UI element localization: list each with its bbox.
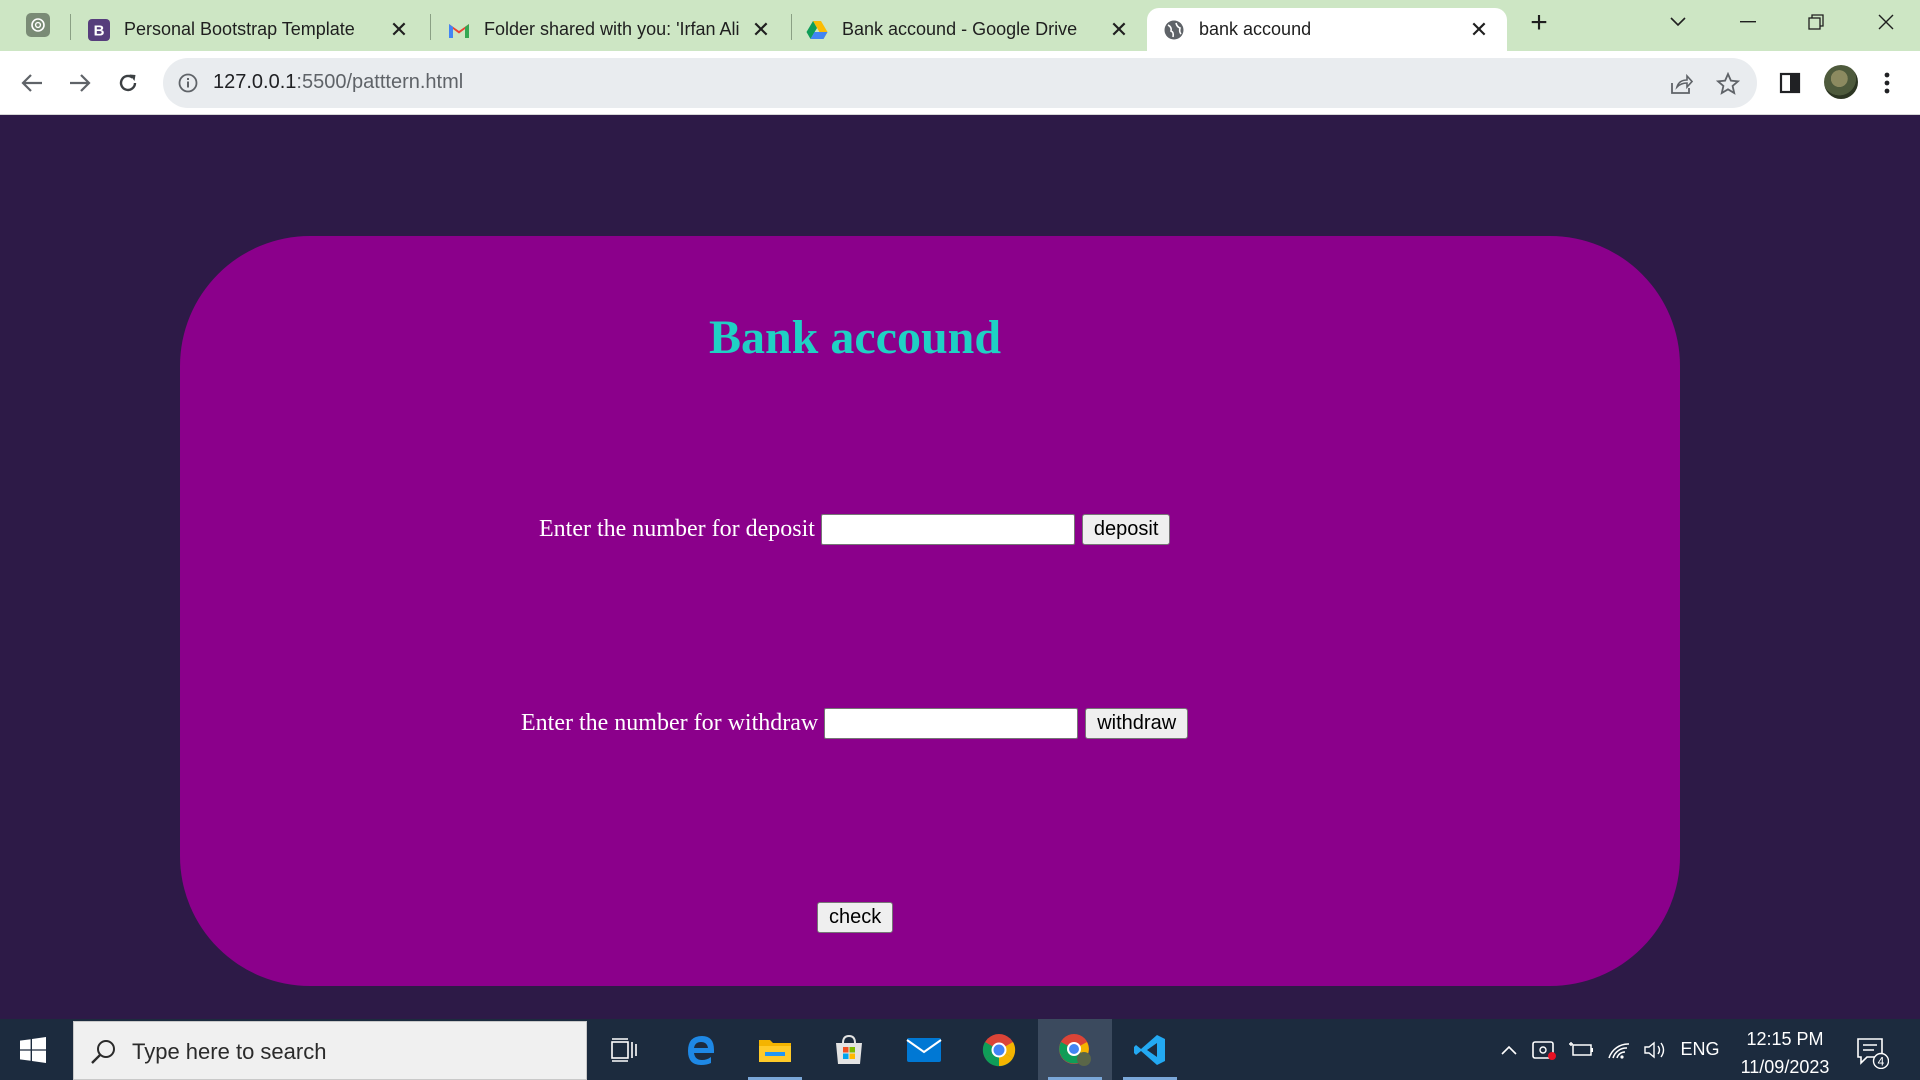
tab-title: Folder shared with you: 'Irfan Ali	[484, 19, 740, 39]
tab-bank-accound[interactable]: bank accound ✕	[1147, 8, 1507, 51]
google-drive-icon	[806, 19, 828, 41]
notification-count: 4	[1878, 1055, 1885, 1069]
notification-center-icon[interactable]: 4	[1855, 1035, 1890, 1070]
tab-separator	[70, 14, 71, 40]
microsoft-store-icon[interactable]	[812, 1019, 886, 1080]
close-tab-icon[interactable]: ✕	[751, 17, 771, 42]
tab-title: Personal Bootstrap Template	[124, 19, 355, 39]
globe-icon	[1163, 19, 1185, 41]
volume-icon[interactable]	[1640, 1019, 1670, 1080]
deposit-input[interactable]	[820, 514, 1075, 545]
close-window-icon[interactable]	[1866, 8, 1906, 36]
share-icon[interactable]	[1668, 71, 1694, 97]
gmail-icon	[448, 19, 470, 41]
minimize-icon[interactable]	[1728, 8, 1768, 36]
clock-date: 11/09/2023	[1740, 1057, 1830, 1077]
windows-taskbar: Type here to search ENG 12:15 PM 11/09/2…	[0, 1019, 1920, 1080]
forward-arrow-icon[interactable]	[62, 65, 98, 101]
site-info-icon[interactable]	[177, 72, 199, 94]
mail-icon[interactable]	[887, 1019, 961, 1080]
deposit-row: Enter the number for deposit deposit	[539, 514, 1171, 545]
svg-text:B: B	[94, 22, 105, 39]
file-explorer-icon[interactable]	[738, 1019, 812, 1080]
search-icon	[90, 1038, 118, 1066]
clock-time: 12:15 PM	[1746, 1029, 1824, 1049]
vscode-icon[interactable]	[1113, 1019, 1187, 1080]
withdraw-row: Enter the number for withdraw withdraw	[521, 708, 1189, 739]
show-hidden-icons-chevron[interactable]	[1494, 1019, 1524, 1080]
profile-avatar[interactable]	[1824, 65, 1858, 99]
tab-personal-bootstrap[interactable]: B Personal Bootstrap Template ✕	[72, 8, 427, 51]
bookmark-star-icon[interactable]	[1715, 71, 1741, 97]
back-arrow-icon[interactable]	[14, 65, 50, 101]
withdraw-button[interactable]: withdraw	[1085, 708, 1189, 739]
side-panel-icon[interactable]	[1774, 67, 1806, 99]
check-row: check	[817, 902, 894, 933]
search-placeholder: Type here to search	[132, 1039, 327, 1064]
withdraw-label: Enter the number for withdraw	[521, 710, 819, 736]
battery-icon[interactable]	[1566, 1019, 1596, 1080]
wifi-icon[interactable]	[1604, 1019, 1634, 1080]
tab-strip: B Personal Bootstrap Template ✕ Folder s…	[0, 0, 1920, 51]
chrome-profile-icon[interactable]	[1038, 1019, 1112, 1080]
task-view-icon[interactable]	[587, 1019, 661, 1080]
tab-title: bank accound	[1199, 19, 1312, 39]
tab-title: Bank accound - Google Drive	[842, 19, 1078, 39]
browser-toolbar: 127.0.0.1:5500/patttern.html	[0, 51, 1920, 115]
tab-separator	[430, 14, 431, 40]
check-button[interactable]: check	[817, 902, 894, 933]
url-host: 127.0.0.1	[213, 71, 297, 93]
chrome-icon[interactable]	[962, 1019, 1036, 1080]
chatgpt-icon[interactable]	[26, 13, 50, 37]
language-indicator[interactable]: ENG	[1676, 1019, 1724, 1080]
close-tab-icon[interactable]: ✕	[1469, 17, 1489, 42]
taskbar-search-box[interactable]: Type here to search	[73, 1021, 587, 1080]
close-tab-icon[interactable]: ✕	[389, 17, 409, 42]
tab-search-chevron-icon[interactable]	[1658, 8, 1698, 36]
bootstrap-icon: B	[88, 18, 110, 41]
close-tab-icon[interactable]: ✕	[1109, 17, 1129, 42]
restore-icon[interactable]	[1796, 8, 1836, 36]
tab-gmail-folder[interactable]: Folder shared with you: 'Irfan Ali ✕	[432, 8, 789, 51]
menu-kebab-icon[interactable]	[1871, 67, 1903, 99]
deposit-label: Enter the number for deposit	[539, 516, 815, 542]
deposit-button[interactable]: deposit	[1081, 514, 1171, 545]
reload-icon[interactable]	[110, 65, 146, 101]
page-title: Bank accound	[708, 311, 1002, 364]
address-bar[interactable]: 127.0.0.1:5500/patttern.html	[163, 58, 1757, 108]
meet-now-icon[interactable]	[1528, 1019, 1562, 1080]
tab-google-drive[interactable]: Bank accound - Google Drive ✕	[790, 8, 1147, 51]
taskbar-clock[interactable]: 12:15 PM 11/09/2023	[1730, 1025, 1840, 1080]
page-viewport: Bank accound Enter the number for deposi…	[0, 116, 1920, 1019]
bank-card: Bank accound Enter the number for deposi…	[180, 236, 1680, 986]
windows-start-icon[interactable]	[20, 1037, 46, 1063]
url-text[interactable]: 127.0.0.1:5500/patttern.html	[213, 71, 463, 94]
url-path: :5500/patttern.html	[296, 71, 464, 93]
new-tab-button[interactable]: +	[1526, 8, 1552, 38]
edge-legacy-icon[interactable]	[664, 1019, 738, 1080]
withdraw-input[interactable]	[824, 708, 1079, 739]
